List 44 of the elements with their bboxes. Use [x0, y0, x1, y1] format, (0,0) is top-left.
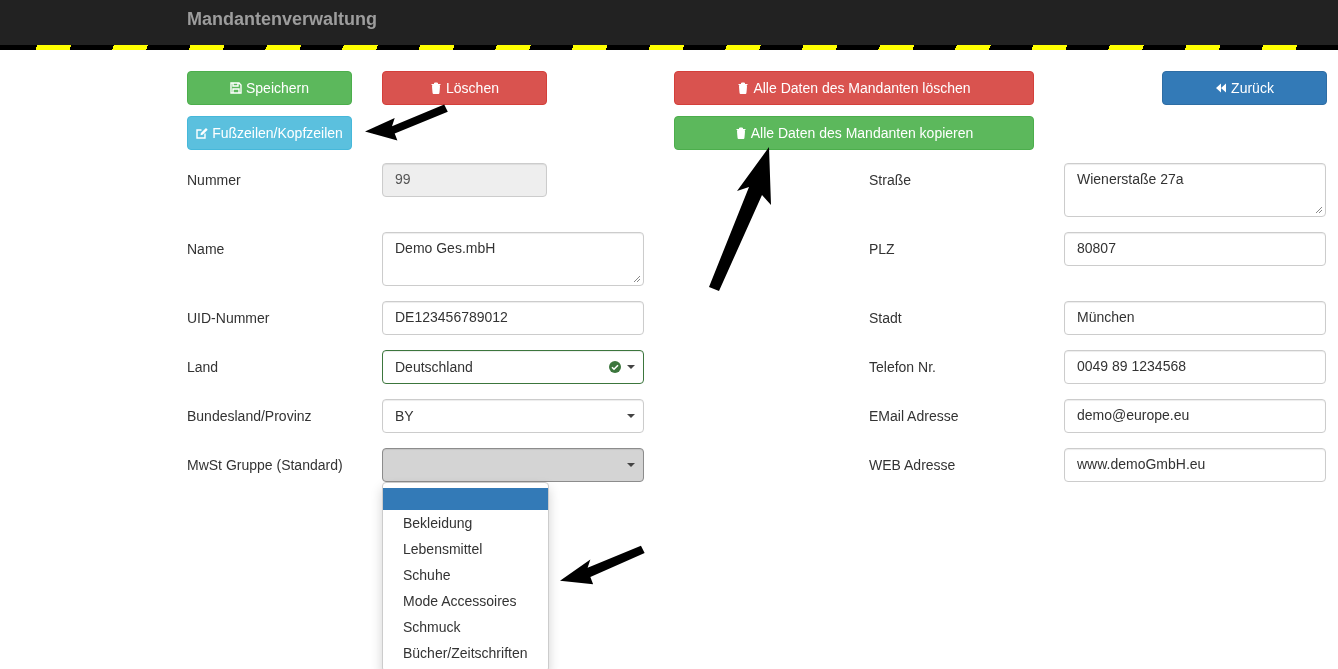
field-label: Bundesland/Provinz [187, 407, 313, 426]
field-label: WEB Adresse [869, 456, 957, 475]
field-label: MwSt Gruppe (Standard) [187, 456, 344, 475]
dropdown-option[interactable]: Mode Accessoires [383, 588, 548, 614]
action-button[interactable]: Alle Daten des Mandanten löschen [674, 71, 1034, 105]
select-dropdown[interactable]: BY [382, 399, 644, 433]
input-field[interactable]: München [1064, 301, 1326, 335]
action-button[interactable]: Löschen [382, 71, 547, 105]
field-label: Land [187, 358, 220, 377]
field-label: Name [187, 240, 226, 259]
dropdown-option[interactable]: Lebensmittel [383, 536, 548, 562]
resize-grip-icon [633, 275, 641, 283]
field-label: Telefon Nr. [869, 358, 937, 377]
caret-icon [627, 414, 635, 418]
input-field[interactable]: demo@europe.eu [1064, 399, 1326, 433]
trash-icon [737, 82, 750, 94]
field-label: UID-Nummer [187, 309, 271, 328]
check-circle-icon [609, 361, 621, 373]
double-left-arrow-icon [1215, 82, 1228, 94]
dropdown-option[interactable] [383, 488, 548, 510]
field-label: Nummer [187, 171, 242, 190]
trash-icon [734, 127, 747, 139]
dropdown-option[interactable]: Bücher/Zeitschriften [383, 640, 548, 666]
field-label: EMail Adresse [869, 407, 960, 426]
text-area[interactable]: Demo Ges.mbH [382, 232, 644, 286]
action-button[interactable]: Zurück [1162, 71, 1327, 105]
caret-icon [627, 365, 635, 369]
field-label: Straße [869, 171, 912, 190]
caret-icon [627, 463, 635, 467]
select-dropdown[interactable]: Deutschland [382, 350, 644, 384]
resize-grip-icon [1315, 206, 1323, 214]
dropdown-option[interactable]: Schmuck [383, 614, 548, 640]
input-field[interactable]: www.demoGmbH.eu [1064, 448, 1326, 482]
app-title: Mandantenverwaltung [187, 9, 378, 30]
text-area[interactable]: Wienerstaße 27a [1064, 163, 1326, 217]
edit-icon [196, 127, 209, 139]
input-field[interactable]: 80807 [1064, 232, 1326, 266]
input-field[interactable]: 0049 89 1234568 [1064, 350, 1326, 384]
dropdown-option[interactable]: Schuhe [383, 562, 548, 588]
dropdown-option[interactable]: Bekleidung [383, 510, 548, 536]
field-label: PLZ [869, 240, 896, 259]
input-field[interactable]: DE123456789012 [382, 301, 644, 335]
trash-icon [430, 82, 443, 94]
field-label: Stadt [869, 309, 903, 328]
